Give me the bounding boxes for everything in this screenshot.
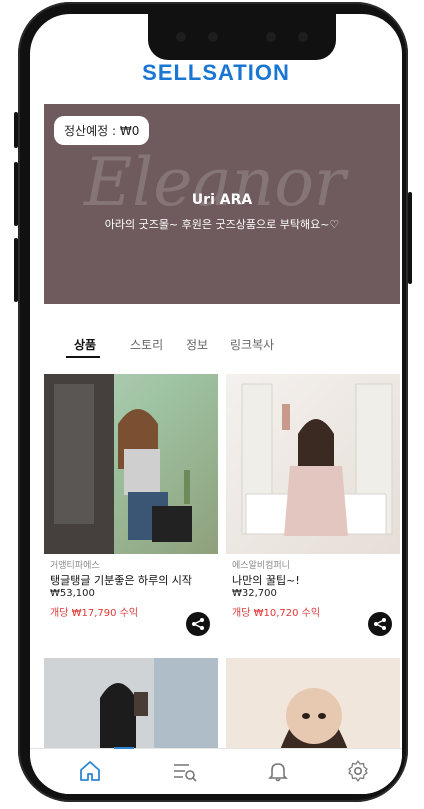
- bell-icon: [268, 763, 288, 782]
- profile-description: 아라의 굿즈몰~ 후원은 굿즈상품으로 부탁해요~♡: [104, 218, 340, 231]
- profile-name: Uri ARA: [191, 192, 253, 208]
- share-button[interactable]: [368, 612, 392, 636]
- sensor-dot: [208, 32, 218, 42]
- bottom-navigation: [30, 748, 402, 794]
- nav-settings[interactable]: [342, 755, 374, 787]
- earning-label: 개당 ₩17,790 수익: [50, 608, 139, 619]
- earning-label: 개당 ₩10,720 수익: [232, 608, 321, 619]
- nav-notifications[interactable]: [262, 755, 294, 787]
- sensor-dot: [266, 32, 276, 42]
- volume-down-button: [14, 238, 18, 302]
- share-icon: [192, 618, 204, 630]
- camera-dot: [298, 32, 308, 42]
- tab-copy-link[interactable]: 링크복사: [222, 334, 282, 355]
- model-illustration: [241, 383, 393, 536]
- home-icon: [80, 761, 100, 781]
- tab-story[interactable]: 스토리: [122, 334, 171, 355]
- tab-info[interactable]: 정보: [178, 334, 216, 355]
- product-card[interactable]: 거앵티파에스 탱글탱글 기분좋은 하루의 시작 ₩53,100 개당 ₩17,7…: [44, 374, 218, 638]
- product-photo[interactable]: [44, 374, 218, 554]
- volume-up-button: [14, 162, 18, 226]
- active-nav-indicator: [114, 747, 134, 749]
- nav-home[interactable]: [74, 755, 106, 787]
- product-title: 나만의 꿀팁~!: [232, 574, 300, 587]
- model-illustration: [226, 658, 400, 750]
- product-title: 탱글탱글 기분좋은 하루의 시작: [50, 574, 193, 587]
- notch: [148, 14, 336, 60]
- tab-bar: 상품 스토리 정보 링크복사: [44, 334, 400, 366]
- nav-list-search[interactable]: [168, 755, 200, 787]
- product-price: ₩32,700: [232, 588, 277, 599]
- product-price: ₩53,100: [50, 588, 95, 599]
- banner-background-text: Eleanor: [84, 144, 346, 221]
- settings-icon: [348, 760, 368, 782]
- seller-name: 거앵티파에스: [50, 561, 100, 571]
- mute-switch: [14, 112, 18, 148]
- product-card[interactable]: [226, 658, 400, 750]
- menu-search-icon: [174, 764, 197, 782]
- model-illustration: [44, 658, 218, 750]
- brand-logo: SELLSATION: [142, 60, 290, 85]
- seller-name: 에스알비컴퍼니: [232, 561, 290, 571]
- camera-dot: [176, 32, 186, 42]
- tab-products[interactable]: 상품: [66, 334, 104, 355]
- product-photo[interactable]: [226, 374, 400, 554]
- share-icon: [374, 618, 386, 630]
- product-card[interactable]: [44, 658, 218, 750]
- product-grid: 거앵티파에스 탱글탱글 기분좋은 하루의 시작 ₩53,100 개당 ₩17,7…: [44, 374, 400, 750]
- share-button[interactable]: [186, 612, 210, 636]
- product-photo[interactable]: [226, 658, 400, 750]
- balance-badge: 정산예정 : ₩0: [54, 116, 150, 145]
- active-tab-indicator: [66, 356, 100, 358]
- model-illustration: [44, 374, 192, 554]
- product-photo[interactable]: [44, 658, 218, 750]
- screen: SELLSATION Eleanor 정산예정 : ₩0 Uri ARA 아라의…: [30, 14, 402, 794]
- product-card[interactable]: 에스알비컴퍼니 나만의 꿀팁~! ₩32,700 개당 ₩10,720 수익: [226, 374, 400, 638]
- profile-banner: Eleanor 정산예정 : ₩0 Uri ARA 아라의 굿즈몰~ 후원은 굿…: [44, 104, 400, 304]
- power-button: [408, 192, 412, 284]
